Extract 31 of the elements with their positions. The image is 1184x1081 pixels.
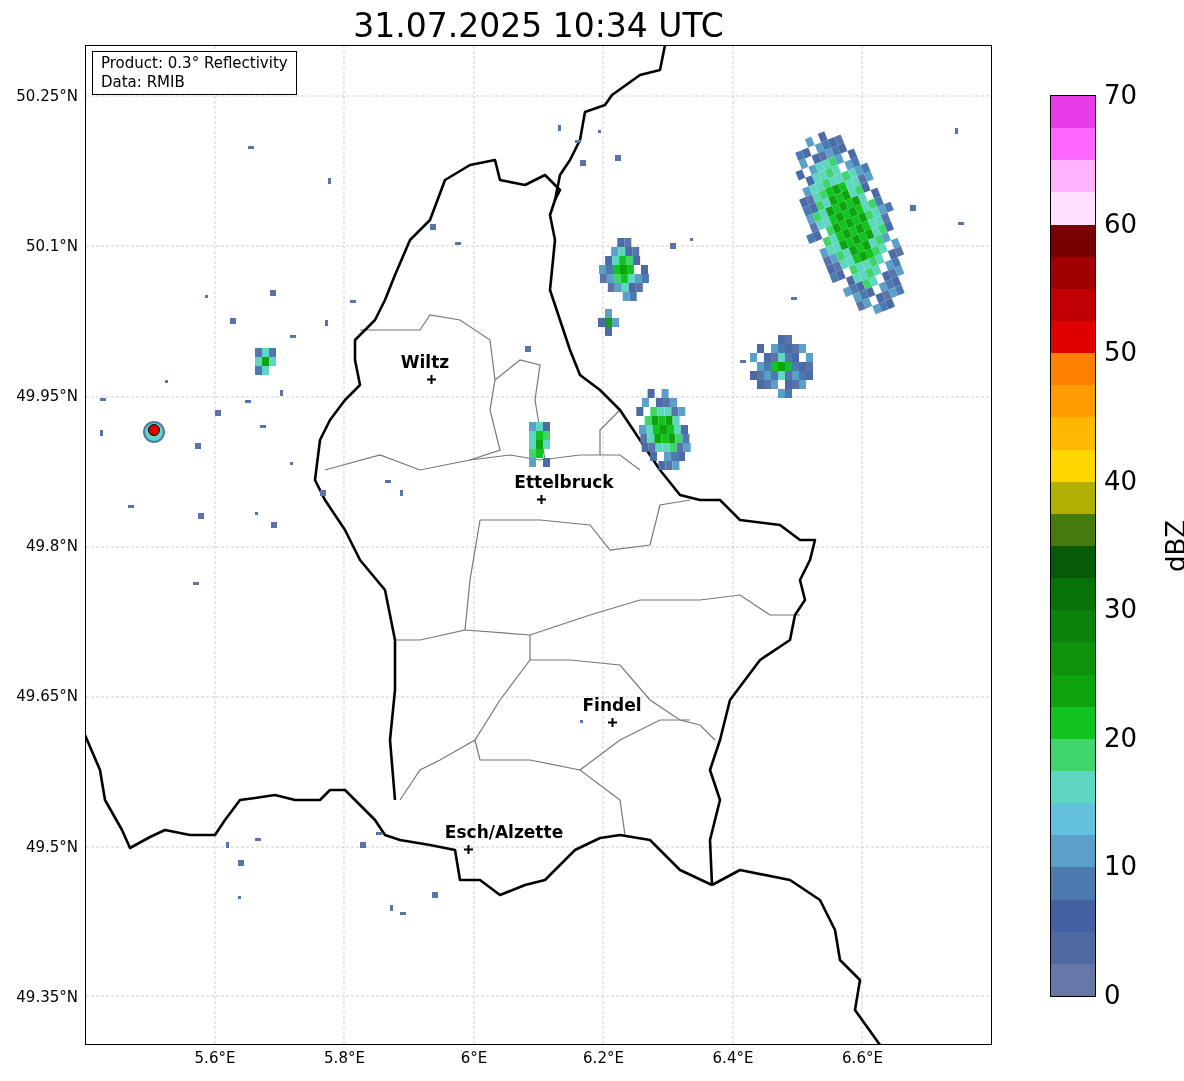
latitude-tick-label: 49.8°N [25, 537, 78, 556]
latitude-tick-label: 50.1°N [25, 237, 78, 256]
colorbar-tick-label: 40 [1104, 465, 1138, 496]
latitude-tick-label: 50.25°N [16, 87, 78, 105]
latitude-tick-label: 49.95°N [16, 387, 78, 406]
colorbar-tick-label: 70 [1104, 80, 1138, 110]
longitude-tick-label: 5.6°E [194, 1049, 236, 1067]
plus-marker-icon [464, 845, 473, 854]
colorbar-tick-label: 0 [1104, 980, 1121, 1010]
longitude-tick-label: 6.2°E [583, 1049, 624, 1067]
chart-title: 31.07.2025 10:34 UTC [353, 6, 724, 45]
latitude-tick-label: 49.5°N [25, 837, 78, 856]
colorbar-tick-label: 60 [1104, 208, 1138, 239]
plus-marker-icon [537, 495, 546, 504]
longitude-tick-label: 5.8°E [324, 1049, 365, 1067]
place-label: Findel [582, 695, 642, 715]
longitude-tick-label: 6.4°E [712, 1049, 754, 1067]
colorbar-tick-label: 20 [1104, 722, 1138, 753]
latitude-tick-label: 49.65°N [16, 687, 78, 706]
plus-marker-icon [427, 375, 436, 384]
longitude-tick-label: 6.6°E [842, 1049, 883, 1067]
plus-marker-icon [608, 718, 617, 727]
colorbar-tick-label: 50 [1104, 337, 1138, 368]
info-box: Product: 0.3° Reflectivity Data: RMIB [92, 51, 297, 95]
colorbar-tick-label: 30 [1104, 594, 1138, 625]
place-label: Ettelbruck [514, 472, 614, 492]
colorbar-tick-label: 10 [1104, 851, 1138, 882]
place-label: Esch/Alzette [444, 822, 564, 842]
latitude-tick-label: 49.35°N [16, 987, 78, 1006]
longitude-tick-label: 6°E [460, 1049, 488, 1067]
place-label: Wiltz [400, 352, 450, 372]
